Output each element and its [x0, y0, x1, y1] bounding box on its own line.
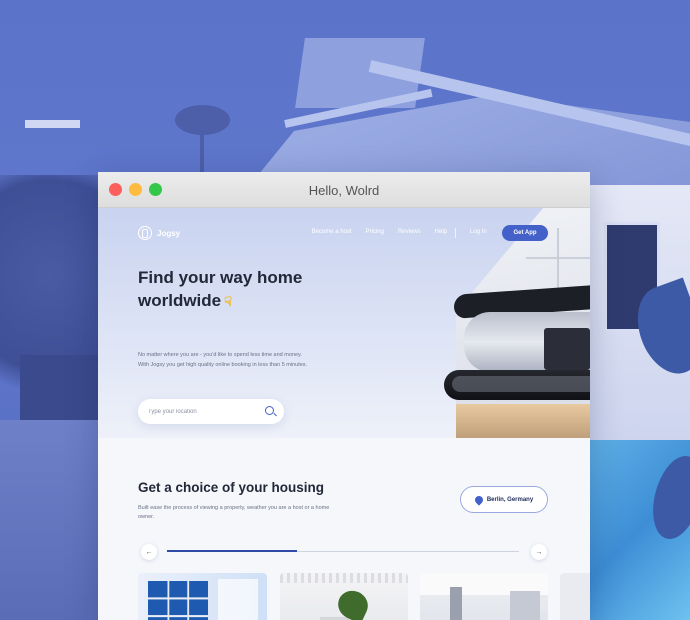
- hero-title-line1: Find your way home: [138, 268, 303, 287]
- bg-wall: [20, 355, 98, 425]
- hero-building-image: [416, 208, 590, 438]
- building-window: [544, 328, 590, 370]
- card-image-frame: [218, 579, 258, 620]
- location-search-input[interactable]: [148, 405, 258, 418]
- logo-icon: [138, 226, 152, 240]
- bg-lamp: [25, 120, 80, 128]
- get-app-button[interactable]: Get App: [502, 225, 548, 241]
- location-filter-button[interactable]: Berlin, Germany: [460, 486, 548, 513]
- card-image-plant: [333, 585, 373, 620]
- brand-name: Jogsy: [157, 228, 181, 238]
- nav-link-pricing[interactable]: Pricing: [366, 229, 384, 235]
- section-title: Get a choice of your housing: [138, 480, 325, 495]
- card-image-column: [510, 591, 540, 620]
- arrow-left-icon[interactable]: ←: [141, 544, 157, 560]
- location-label: Berlin, Germany: [486, 496, 534, 503]
- pointing-down-hand-icon: ☟: [224, 294, 233, 309]
- bg-palm-leaves: [175, 105, 230, 135]
- top-nav: Become a host Pricing Reviews Help: [298, 229, 447, 235]
- hero-section: Jogsy Become a host Pricing Reviews Help…: [98, 208, 590, 438]
- building-band-inner: [452, 376, 590, 392]
- housing-card[interactable]: [420, 573, 548, 620]
- section-description: Built ease the process of viewing a prop…: [138, 505, 330, 520]
- search-icon[interactable]: [265, 406, 274, 415]
- nav-link-help[interactable]: Help: [435, 229, 447, 235]
- arrow-right-icon[interactable]: →: [531, 544, 547, 560]
- carousel-progress: [167, 550, 297, 552]
- hero-title: Find your way home worldwide ☟: [138, 266, 358, 313]
- hero-title-line2: worldwide: [138, 291, 222, 310]
- housing-card[interactable]: [138, 573, 267, 620]
- window-titlebar[interactable]: Hello, Wolrd: [98, 172, 590, 208]
- brand-logo[interactable]: Jogsy: [138, 226, 180, 240]
- window-title: Hello, Wolrd: [308, 183, 380, 198]
- browser-window: Hello, Wolrd Jogsy Become a host Pricing…: [98, 172, 590, 620]
- bg-ground: [0, 420, 100, 620]
- building-base: [456, 404, 590, 438]
- map-pin-icon: [473, 493, 485, 506]
- nav-link-reviews[interactable]: Reviews: [398, 229, 421, 235]
- card-image-ceiling: [280, 573, 408, 583]
- hero-description: No matter where you are - you'd like to …: [138, 352, 308, 368]
- nav-divider: [455, 228, 456, 238]
- housing-card[interactable]: [560, 573, 590, 620]
- location-search[interactable]: [138, 399, 284, 424]
- card-image-column: [450, 587, 462, 620]
- nav-link-become-host[interactable]: Become a host: [312, 229, 352, 235]
- housing-card[interactable]: [280, 573, 408, 620]
- login-link[interactable]: Log In: [470, 229, 487, 235]
- card-image-door: [148, 581, 208, 620]
